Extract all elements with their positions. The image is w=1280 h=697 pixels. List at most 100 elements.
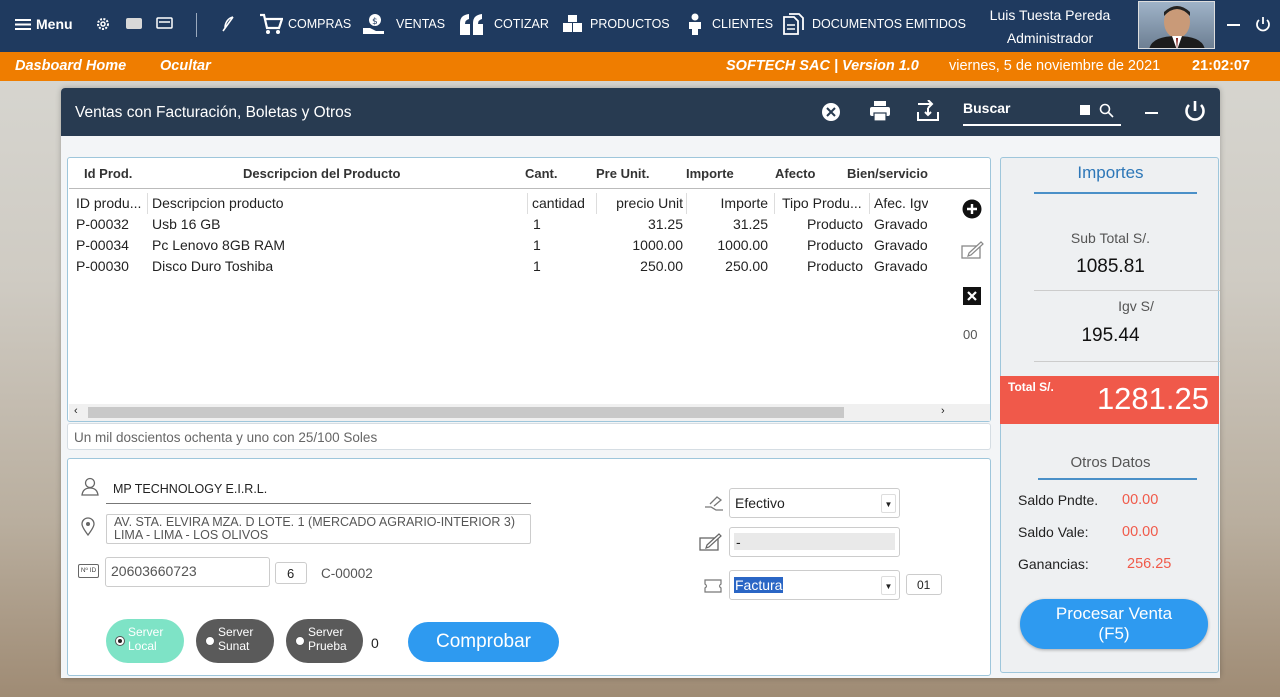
doc-type-field[interactable]: 6 [275, 562, 307, 584]
horizontal-scrollbar[interactable]: ‹ › [69, 404, 990, 421]
ruc-field[interactable]: 20603660723 [105, 557, 270, 587]
client-name-field[interactable]: MP TECHNOLOGY E.I.R.L. [106, 479, 531, 504]
scroll-right-icon[interactable]: › [941, 405, 945, 417]
hide-link[interactable]: Ocultar [160, 58, 211, 74]
table-row[interactable]: P-00034 Pc Lenovo 8GB RAM 1 1000.00 1000… [69, 235, 949, 256]
dropdown-arrow-icon: ▼ [881, 576, 896, 595]
header-unit-price: Pre Unit. [596, 166, 650, 181]
square-icon [1080, 105, 1090, 115]
header-goods-service: Bien/servicio [847, 166, 928, 181]
column-header[interactable]: precio Unit [599, 195, 683, 211]
voucher-type-select[interactable]: Factura ▼ [729, 570, 900, 600]
search-box[interactable]: Buscar [963, 98, 1121, 126]
saldo-vale-label: Saldo Vale: [1018, 524, 1089, 540]
window-title: Ventas con Facturación, Boletas y Otros [75, 104, 352, 121]
column-header[interactable]: Afec. Igv [874, 195, 928, 211]
header-description: Descripcion del Producto [243, 166, 401, 181]
client-address-field[interactable]: AV. STA. ELVIRA MZA. D LOTE. 1 (MERCADO … [106, 514, 531, 544]
clear-icon[interactable] [821, 102, 841, 122]
check-button[interactable]: Comprobar [408, 622, 559, 662]
column-header[interactable]: cantidad [532, 195, 585, 211]
sales-window: Ventas con Facturación, Boletas y Otros … [61, 88, 1220, 678]
cell-qty: 1 [533, 237, 541, 253]
igv-value: 195.44 [1081, 325, 1140, 346]
add-item-icon[interactable] [962, 199, 982, 219]
scroll-thumb[interactable] [88, 407, 844, 418]
column-header[interactable]: Importe [689, 195, 768, 211]
igv-label: Igv S/ [1118, 298, 1154, 314]
search-icon[interactable] [1099, 103, 1114, 118]
edit-item-icon[interactable] [961, 240, 984, 260]
current-date: viernes, 5 de noviembre de 2021 [949, 58, 1161, 74]
scroll-left-icon[interactable]: ‹ [74, 405, 78, 417]
cell-qty: 1 [533, 216, 541, 232]
cell-igv: Gravado [874, 237, 928, 253]
table-row[interactable]: P-00030 Disco Duro Toshiba 1 250.00 250.… [69, 256, 949, 277]
dashboard-home-link[interactable]: Dasboard Home [15, 58, 126, 74]
minimize-icon[interactable] [1227, 24, 1240, 27]
nav-divider [196, 13, 197, 37]
search-label: Buscar [963, 100, 1011, 116]
table-row[interactable]: P-00032 Usb 16 GB 1 31.25 31.25 Producto… [69, 214, 949, 235]
server-sunat-toggle[interactable]: Server Sunat [196, 619, 274, 663]
keyboard-icon[interactable] [126, 17, 142, 30]
column-header[interactable]: ID produ... [76, 195, 146, 211]
grid-header-row: ID produ... Descripcion producto cantida… [69, 193, 949, 214]
cell-id: P-00032 [76, 216, 129, 232]
payment-method-select[interactable]: Efectivo ▼ [729, 488, 900, 518]
cell-igv: Gravado [874, 216, 928, 232]
menu-button[interactable]: Menu [15, 16, 73, 32]
column-header[interactable]: Descripcion producto [152, 195, 284, 211]
nav-cotizar[interactable]: COTIZAR [459, 13, 549, 35]
col-divider [596, 193, 597, 214]
nav-compras[interactable]: COMPRAS [259, 13, 351, 35]
process-sale-button[interactable]: Procesar Venta (F5) [1020, 599, 1208, 649]
voucher-code-field[interactable]: 01 [906, 574, 942, 595]
feather-icon[interactable] [220, 15, 236, 33]
saldo-pndte-label: Saldo Pndte. [1018, 492, 1099, 508]
cell-description: Pc Lenovo 8GB RAM [152, 237, 286, 253]
nav-productos[interactable]: PRODUCTOS [562, 14, 670, 34]
server-prueba-toggle[interactable]: Server Prueba [286, 619, 363, 663]
nav-documentos[interactable]: DOCUMENTOS EMITIDOS [782, 13, 966, 35]
boxes-icon [562, 14, 584, 34]
cell-type: Producto [806, 237, 863, 253]
other-data-title: Otros Datos [1070, 454, 1151, 471]
top-navbar: Menu COMPRAS $ VENTAS COTIZAR PRODUCTOS [0, 0, 1280, 52]
money-hand-icon: $ [362, 13, 386, 35]
cell-price: 31.25 [647, 216, 683, 232]
client-panel: MP TECHNOLOGY E.I.R.L. AV. STA. ELVIRA M… [67, 458, 991, 676]
totals-title: Importes [1077, 163, 1144, 182]
ganancias-value: 256.25 [1127, 556, 1172, 572]
header-id: Id Prod. [84, 166, 133, 181]
gear-icon[interactable] [95, 16, 111, 32]
cell-type: Producto [806, 216, 863, 232]
payment-note-field[interactable]: - [729, 527, 900, 557]
cart-icon [259, 13, 283, 35]
subtotal-label: Sub Total S/. [1070, 230, 1151, 246]
server-prueba-label: Server Prueba [308, 625, 347, 653]
window-minimize-icon[interactable] [1145, 112, 1158, 114]
nav-clientes[interactable]: CLIENTES [686, 13, 773, 35]
power-icon[interactable] [1255, 16, 1271, 33]
cell-description: Disco Duro Toshiba [152, 258, 274, 274]
dropdown-arrow-icon: ▼ [881, 494, 896, 513]
nav-compras-label: COMPRAS [288, 17, 352, 31]
column-header[interactable]: Tipo Produ... [782, 195, 865, 211]
cell-description: Usb 16 GB [152, 216, 221, 232]
server-local-toggle[interactable]: Server Local [106, 619, 184, 663]
col-divider [527, 193, 528, 214]
printer-icon[interactable] [869, 101, 891, 121]
nav-clientes-label: CLIENTES [712, 17, 774, 31]
delete-item-icon[interactable] [963, 287, 981, 305]
nav-ventas[interactable]: $ VENTAS [362, 13, 445, 35]
products-grid[interactable]: ID produ... Descripcion producto cantida… [69, 188, 990, 421]
cell-amount: 250.00 [725, 258, 768, 274]
user-info: Luis Tuesta Pereda Administrador [965, 4, 1135, 50]
card-icon[interactable] [156, 17, 173, 30]
col-divider [774, 193, 775, 214]
server-count: 0 [371, 635, 379, 651]
window-power-icon[interactable] [1184, 100, 1206, 123]
cell-price: 1000.00 [632, 237, 683, 253]
export-icon[interactable] [917, 100, 939, 122]
